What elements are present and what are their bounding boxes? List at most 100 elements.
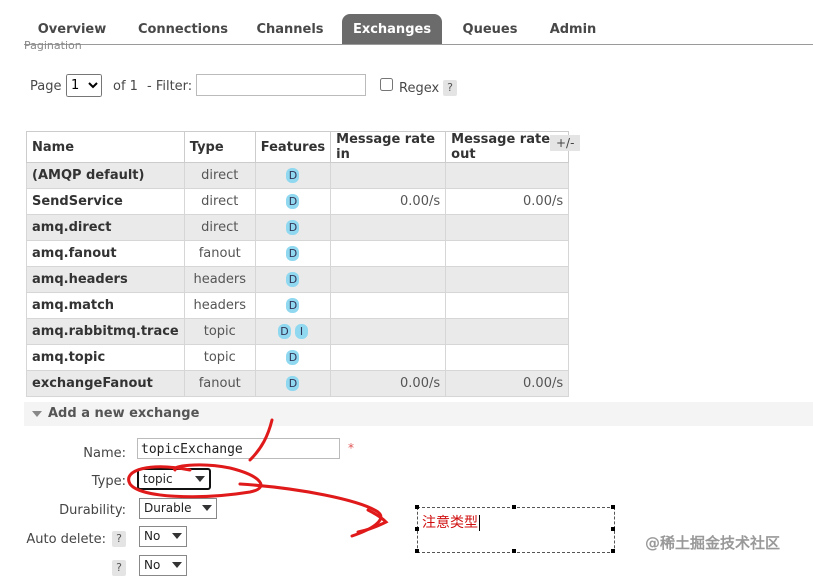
chevron-down-icon — [195, 476, 205, 482]
rate-in-cell — [330, 240, 447, 267]
required-mark: * — [348, 441, 354, 455]
resize-handle — [512, 549, 516, 553]
table-row[interactable]: amq.direct direct D — [26, 214, 570, 241]
tab-queues[interactable]: Queues — [452, 14, 528, 44]
auto-delete-value: No — [144, 529, 161, 543]
chevron-down-icon — [202, 505, 212, 511]
name-label: Name: — [83, 446, 126, 461]
regex-label: Regex — [399, 81, 440, 96]
exchange-type-cell: fanout — [183, 370, 256, 397]
resize-handle — [415, 505, 419, 509]
features-cell: D — [254, 266, 332, 293]
rate-in-cell — [330, 292, 447, 319]
exchange-name-cell[interactable]: amq.fanout — [26, 240, 185, 267]
features-cell: D — [254, 344, 332, 371]
rate-in-cell — [330, 266, 447, 293]
feature-badge: D — [286, 194, 300, 209]
column-header-type[interactable]: Type — [183, 131, 256, 163]
feature-badge: D — [286, 350, 300, 365]
exchange-name-input[interactable]: topicExchange — [137, 438, 340, 459]
table-row[interactable]: amq.topic topic D — [26, 344, 570, 371]
features-cell: D — [254, 188, 332, 215]
rate-in-cell — [330, 214, 447, 241]
exchange-name-cell[interactable]: SendService — [26, 188, 185, 215]
exchange-name-cell[interactable]: (AMQP default) — [26, 162, 185, 189]
rate-in-cell: 0.00/s — [330, 370, 447, 397]
feature-badge: D — [286, 376, 300, 391]
features-cell: D — [254, 214, 332, 241]
regex-checkbox[interactable] — [380, 78, 393, 91]
exchange-type-cell: headers — [183, 292, 256, 319]
feature-badge: D — [286, 168, 300, 183]
internal-value: No — [144, 558, 161, 572]
exchange-type-cell: topic — [183, 344, 256, 371]
columns-toggle-button[interactable]: +/- — [550, 135, 581, 151]
exchange-name-cell[interactable]: exchangeFanout — [26, 370, 185, 397]
exchange-type-cell: direct — [183, 162, 256, 189]
rate-in-cell — [330, 344, 447, 371]
exchange-type-select[interactable]: topic — [137, 468, 211, 490]
internal-help-icon[interactable]: ? — [112, 560, 126, 576]
exchange-name-cell[interactable]: amq.match — [26, 292, 185, 319]
table-row[interactable]: SendService direct D 0.00/s 0.00/s — [26, 188, 570, 215]
exchange-type-cell: direct — [183, 214, 256, 241]
table-row[interactable]: exchangeFanout fanout D 0.00/s 0.00/s — [26, 370, 570, 397]
durability-select[interactable]: Durable — [139, 498, 217, 519]
exchange-name-cell[interactable]: amq.direct — [26, 214, 185, 241]
auto-delete-help-icon[interactable]: ? — [112, 531, 126, 547]
features-cell: D — [254, 370, 332, 397]
exchange-name-cell[interactable]: amq.topic — [26, 344, 185, 371]
annotation-note-text: 注意类型 — [422, 515, 480, 531]
regex-help-icon[interactable]: ? — [443, 80, 457, 96]
exchanges-table: Name Type Features Message rate in Messa… — [26, 131, 570, 397]
rate-out-cell — [445, 344, 570, 371]
rate-out-cell: 0.00/s — [445, 370, 570, 397]
rate-in-cell — [330, 318, 447, 345]
add-exchange-section-header[interactable]: Add a new exchange — [24, 402, 813, 426]
exchange-type-cell: fanout — [183, 240, 256, 267]
column-header-rate-in[interactable]: Message rate in — [330, 131, 447, 163]
table-row[interactable]: (AMQP default) direct D — [26, 162, 570, 189]
features-cell: D — [254, 162, 332, 189]
rate-out-cell — [445, 292, 570, 319]
exchange-name-cell[interactable]: amq.rabbitmq.trace — [26, 318, 185, 345]
tab-connections[interactable]: Connections — [130, 14, 236, 44]
table-row[interactable]: amq.headers headers D — [26, 266, 570, 293]
table-row[interactable]: amq.rabbitmq.trace topic D I — [26, 318, 570, 345]
rate-in-cell: 0.00/s — [330, 188, 447, 215]
chevron-down-icon — [172, 533, 182, 539]
pagination-heading[interactable]: Pagination — [24, 40, 82, 52]
resize-handle — [512, 505, 516, 509]
page-label: Page — [30, 79, 62, 94]
exchange-type-cell: direct — [183, 188, 256, 215]
column-header-features[interactable]: Features — [254, 131, 332, 163]
resize-handle — [611, 527, 615, 531]
page-count: of 1 — [113, 79, 138, 94]
tab-channels[interactable]: Channels — [246, 14, 334, 44]
rate-out-cell — [445, 240, 570, 267]
feature-badge: D — [277, 324, 291, 339]
nav-tabs: Overview Connections Channels Exchanges … — [0, 0, 813, 46]
rate-out-cell — [445, 214, 570, 241]
tab-admin[interactable]: Admin — [538, 14, 608, 44]
feature-badge: D — [286, 220, 300, 235]
table-row[interactable]: amq.match headers D — [26, 292, 570, 319]
feature-badge: D — [286, 298, 300, 313]
page-select[interactable]: 1 — [66, 74, 102, 97]
features-cell: D — [254, 292, 332, 319]
type-label: Type: — [91, 474, 126, 489]
exchange-type-cell: headers — [183, 266, 256, 293]
collapse-triangle-icon — [32, 410, 42, 417]
exchange-name-cell[interactable]: amq.headers — [26, 266, 185, 293]
table-row[interactable]: amq.fanout fanout D — [26, 240, 570, 267]
add-exchange-title: Add a new exchange — [48, 406, 200, 421]
exchange-type-cell: topic — [183, 318, 256, 345]
auto-delete-label: Auto delete: — [26, 532, 106, 547]
resize-handle — [415, 549, 419, 553]
watermark: @稀土掘金技术社区 — [645, 534, 781, 552]
auto-delete-select[interactable]: No — [139, 526, 187, 547]
column-header-name[interactable]: Name — [26, 131, 185, 163]
resize-handle — [415, 527, 419, 531]
filter-input[interactable] — [196, 74, 366, 96]
tab-exchanges[interactable]: Exchanges — [342, 14, 442, 44]
